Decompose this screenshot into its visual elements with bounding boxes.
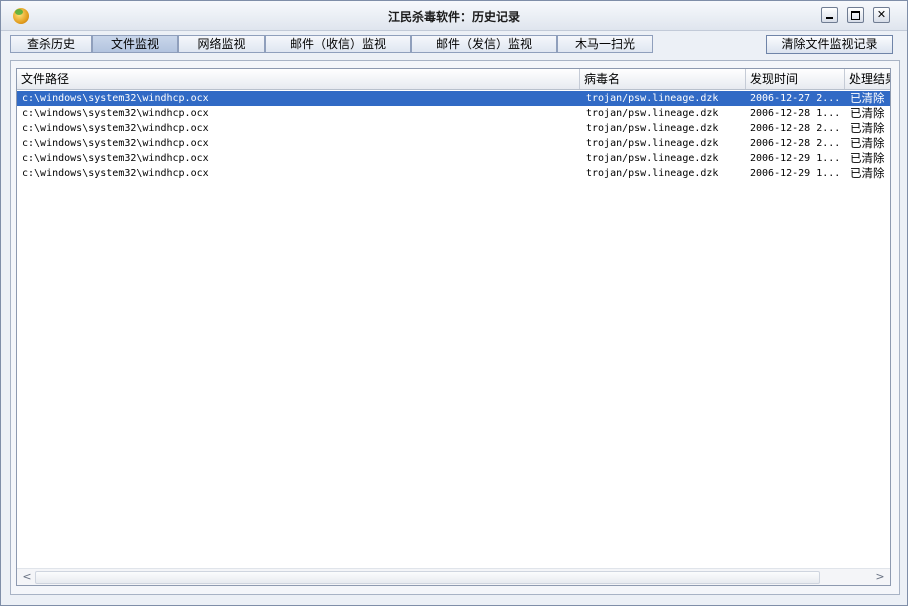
tab-file-monitor[interactable]: 文件监视 <box>92 35 178 53</box>
title-bar[interactable]: 江民杀毒软件：历史记录 ✕ <box>1 1 907 31</box>
cell-result: 已清除 <box>850 121 885 135</box>
cell-virus: trojan/psw.lineage.dzk <box>586 108 719 119</box>
cell-time: 2006-12-28 1... <box>750 108 841 119</box>
horizontal-scrollbar[interactable]: < > <box>17 568 890 585</box>
cell-result: 已清除 <box>850 151 885 165</box>
main-window: 江民杀毒软件：历史记录 ✕ 查杀历史 文件监视 网络监视 邮件（收信）监视 邮件… <box>0 0 908 606</box>
cell-time: 2006-12-29 1... <box>750 168 841 179</box>
tab-mail-receive-monitor[interactable]: 邮件（收信）监视 <box>265 35 411 53</box>
column-header-virus[interactable]: 病毒名 <box>580 69 746 89</box>
cell-virus: trojan/psw.lineage.dzk <box>586 123 719 134</box>
column-header-path[interactable]: 文件路径 <box>17 69 580 89</box>
cell-result: 已清除 <box>850 136 885 150</box>
close-button[interactable]: ✕ <box>873 7 890 23</box>
table-row[interactable]: c:\windows\system32\windhcp.ocx trojan/p… <box>17 136 890 151</box>
tab-mail-send-monitor[interactable]: 邮件（发信）监视 <box>411 35 557 53</box>
minimize-button[interactable] <box>821 7 838 23</box>
list-rows: c:\windows\system32\windhcp.ocx trojan/p… <box>17 91 890 181</box>
cell-result: 已清除 <box>850 106 885 120</box>
cell-virus: trojan/psw.lineage.dzk <box>586 168 719 179</box>
table-row[interactable]: c:\windows\system32\windhcp.ocx trojan/p… <box>17 121 890 136</box>
table-row[interactable]: c:\windows\system32\windhcp.ocx trojan/p… <box>17 106 890 121</box>
cell-path: c:\windows\system32\windhcp.ocx <box>22 93 209 104</box>
list-header: 文件路径 病毒名 发现时间 处理结果 <box>17 69 890 90</box>
column-header-time[interactable]: 发现时间 <box>746 69 845 89</box>
tab-network-monitor[interactable]: 网络监视 <box>178 35 265 53</box>
cell-virus: trojan/psw.lineage.dzk <box>586 153 719 164</box>
tab-trojan-sweep[interactable]: 木马一扫光 <box>557 35 653 53</box>
cell-result: 已清除 <box>850 166 885 180</box>
tab-scan-history[interactable]: 查杀历史 <box>10 35 92 53</box>
cell-time: 2006-12-28 2... <box>750 123 841 134</box>
column-header-result[interactable]: 处理结果 <box>845 69 890 89</box>
table-row[interactable]: c:\windows\system32\windhcp.ocx trojan/p… <box>17 166 890 181</box>
close-icon: ✕ <box>876 8 887 21</box>
cell-result: 已清除 <box>850 91 885 105</box>
cell-time: 2006-12-27 2... <box>750 93 841 104</box>
cell-path: c:\windows\system32\windhcp.ocx <box>22 123 209 134</box>
cell-path: c:\windows\system32\windhcp.ocx <box>22 108 209 119</box>
history-list[interactable]: 文件路径 病毒名 发现时间 处理结果 c:\windows\system32\w… <box>16 68 891 586</box>
cell-path: c:\windows\system32\windhcp.ocx <box>22 138 209 149</box>
maximize-button[interactable] <box>847 7 864 23</box>
cell-virus: trojan/psw.lineage.dzk <box>586 93 719 104</box>
table-row[interactable]: c:\windows\system32\windhcp.ocx trojan/p… <box>17 91 890 106</box>
window-title: 江民杀毒软件：历史记录 <box>387 10 520 24</box>
scroll-left-icon[interactable]: < <box>19 569 35 585</box>
cell-path: c:\windows\system32\windhcp.ocx <box>22 168 209 179</box>
clear-file-monitor-records-button[interactable]: 清除文件监视记录 <box>766 35 893 54</box>
cell-path: c:\windows\system32\windhcp.ocx <box>22 153 209 164</box>
table-row[interactable]: c:\windows\system32\windhcp.ocx trojan/p… <box>17 151 890 166</box>
scroll-right-icon[interactable]: > <box>872 569 888 585</box>
cell-time: 2006-12-28 2... <box>750 138 841 149</box>
cell-time: 2006-12-29 1... <box>750 153 841 164</box>
cell-virus: trojan/psw.lineage.dzk <box>586 138 719 149</box>
scrollbar-thumb[interactable] <box>35 571 820 584</box>
